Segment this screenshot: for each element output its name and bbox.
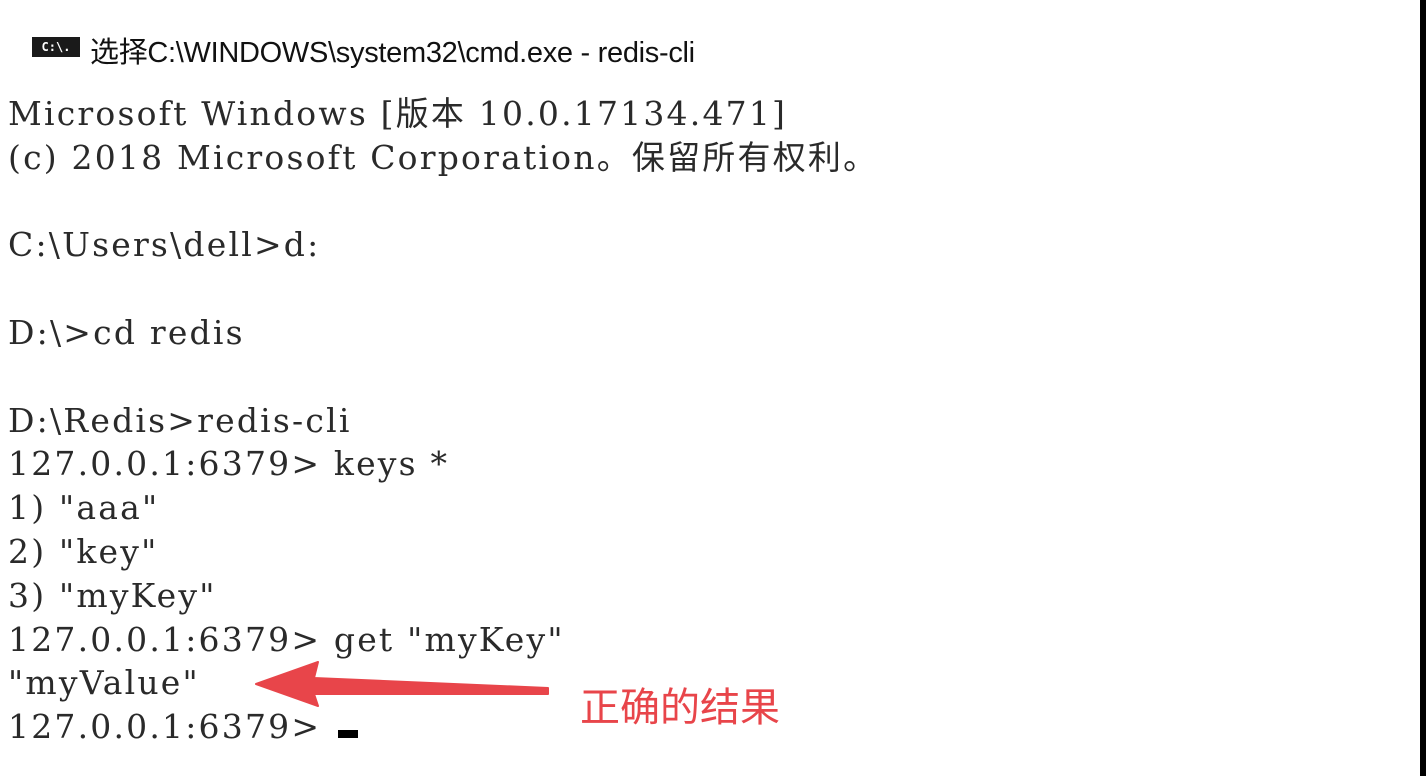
text-cursor xyxy=(337,730,358,739)
console-line: Microsoft Windows [版本 10.0.17134.471] xyxy=(8,94,788,133)
title-bar[interactable]: C:\. 选择C:\WINDOWS\system32\cmd.exe - red… xyxy=(0,26,1426,70)
console-line: C:\Users\dell>d: xyxy=(8,225,321,265)
console-line: D:\Redis>redis-cli xyxy=(8,400,352,440)
console-line: 1) "aaa" xyxy=(8,488,160,528)
console-line: 127.0.0.1:6379> get "myKey" xyxy=(8,619,565,659)
console-line: 2) "key" xyxy=(8,531,159,571)
cmd-icon: C:\. xyxy=(32,37,80,57)
console-output[interactable]: Microsoft Windows [版本 10.0.17134.471] (c… xyxy=(8,92,1408,749)
console-line: 3) "myKey" xyxy=(8,575,217,615)
annotation-label: 正确的结果 xyxy=(580,685,780,731)
window-title: 选择C:\WINDOWS\system32\cmd.exe - redis-cl… xyxy=(90,37,695,69)
console-line: (c) 2018 Microsoft Corporation。保留所有权利。 xyxy=(8,137,879,177)
console-line: 127.0.0.1:6379> keys * xyxy=(8,444,450,484)
prompt-text: 127.0.0.1:6379> xyxy=(8,707,334,747)
console-line: D:\>cd redis xyxy=(8,312,245,352)
window-border xyxy=(1420,0,1426,776)
cmd-window: C:\. 选择C:\WINDOWS\system32\cmd.exe - red… xyxy=(0,0,1426,776)
